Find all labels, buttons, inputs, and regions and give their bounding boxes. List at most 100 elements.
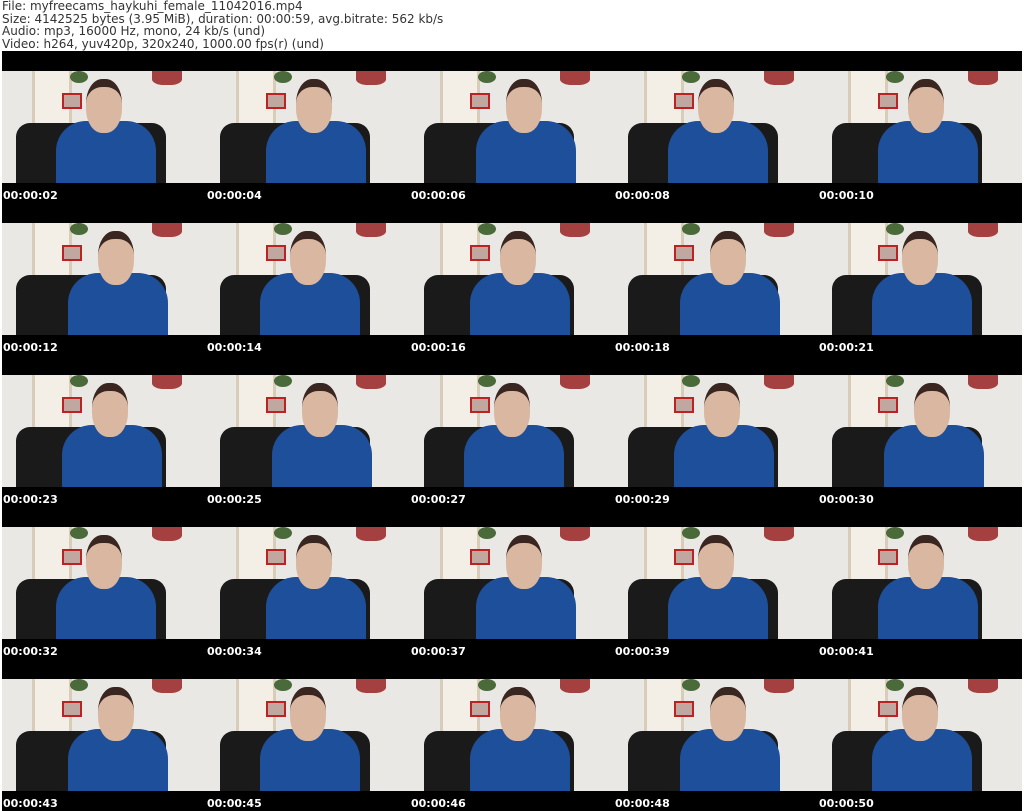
frame-content	[878, 701, 898, 717]
frame-timestamp: 00:00:08	[615, 189, 670, 202]
frame-content	[478, 527, 496, 539]
frame-timestamp: 00:00:39	[615, 645, 670, 658]
frame-content	[764, 679, 794, 693]
frame-content	[902, 231, 938, 285]
frame-timestamp: 00:00:32	[3, 645, 58, 658]
frame-content	[886, 375, 904, 387]
frame-timestamp: 00:00:12	[3, 341, 58, 354]
video-frame-thumbnail	[410, 679, 614, 791]
frame-content	[886, 71, 904, 83]
frame-timestamp: 00:00:45	[207, 797, 262, 810]
video-frame-thumbnail	[2, 679, 206, 791]
frame-timestamp: 00:00:50	[819, 797, 874, 810]
frame-content	[878, 245, 898, 261]
frame-content	[70, 223, 88, 235]
video-frame-thumbnail	[410, 71, 614, 183]
frame-content	[356, 71, 386, 85]
frame-timestamp: 00:00:18	[615, 341, 670, 354]
frame-content	[682, 375, 700, 387]
frame-content	[886, 527, 904, 539]
frame-content	[266, 701, 286, 717]
frame-content	[152, 527, 182, 541]
frame-content	[560, 679, 590, 693]
frame-content	[878, 93, 898, 109]
frame-content	[296, 535, 332, 589]
frame-content	[92, 383, 128, 437]
file-name: File: myfreecams_haykuhi_female_11042016…	[2, 0, 303, 13]
frame-content	[908, 79, 944, 133]
frame-content	[86, 535, 122, 589]
frame-content	[70, 679, 88, 691]
frame-content	[764, 375, 794, 389]
frame-timestamp: 00:00:48	[615, 797, 670, 810]
video-frame-thumbnail	[614, 527, 818, 639]
frame-content	[764, 527, 794, 541]
frame-content	[86, 79, 122, 133]
video-info: Video: h264, yuv420p, 320x240, 1000.00 f…	[2, 36, 324, 51]
frame-content	[152, 375, 182, 389]
frame-content	[698, 535, 734, 589]
frame-content	[886, 223, 904, 235]
frame-content	[500, 231, 536, 285]
video-frame-thumbnail	[206, 375, 410, 487]
frame-content	[704, 383, 740, 437]
frame-content	[274, 527, 292, 539]
frame-timestamp: 00:00:25	[207, 493, 262, 506]
frame-content	[968, 527, 998, 541]
frame-content	[710, 687, 746, 741]
thumbnail-row: 00:00:43 00:00:45 00:00:46 00:00:48 00:00:50	[2, 659, 1022, 811]
frame-timestamp: 00:00:04	[207, 189, 262, 202]
frame-content	[152, 71, 182, 85]
frame-content	[274, 223, 292, 235]
thumbnail-row: 00:00:23 00:00:25 00:00:27 00:00:29 00:00:30	[2, 355, 1022, 507]
audio-info: Audio: mp3, 16000 Hz, mono, 24 kb/s (und…	[2, 24, 266, 38]
frame-content	[560, 375, 590, 389]
video-frame-thumbnail	[818, 375, 1022, 487]
frame-content	[902, 687, 938, 741]
file-info-header: File: myfreecams_haykuhi_female_11042016…	[2, 0, 443, 50]
frame-content	[886, 679, 904, 691]
frame-content	[70, 375, 88, 387]
video-frame-thumbnail	[2, 527, 206, 639]
frame-content	[500, 687, 536, 741]
frame-content	[478, 679, 496, 691]
video-frame-thumbnail	[2, 375, 206, 487]
frame-content	[266, 397, 286, 413]
frame-content	[698, 79, 734, 133]
video-frame-thumbnail	[410, 223, 614, 335]
frame-content	[494, 383, 530, 437]
frame-content	[470, 397, 490, 413]
frame-content	[506, 79, 542, 133]
frame-timestamp: 00:00:02	[3, 189, 58, 202]
frame-content	[968, 679, 998, 693]
video-frame-thumbnail	[614, 223, 818, 335]
video-frame-thumbnail	[206, 223, 410, 335]
frame-content	[682, 71, 700, 83]
frame-content	[674, 93, 694, 109]
frame-timestamp: 00:00:21	[819, 341, 874, 354]
frame-timestamp: 00:00:27	[411, 493, 466, 506]
frame-content	[152, 679, 182, 693]
video-frame-thumbnail	[818, 527, 1022, 639]
video-frame-thumbnail	[818, 223, 1022, 335]
video-frame-thumbnail	[206, 679, 410, 791]
frame-content	[478, 375, 496, 387]
frame-content	[478, 71, 496, 83]
frame-content	[266, 549, 286, 565]
frame-content	[356, 375, 386, 389]
frame-content	[470, 701, 490, 717]
frame-content	[710, 231, 746, 285]
frame-content	[302, 383, 338, 437]
video-frame-thumbnail	[614, 375, 818, 487]
frame-timestamp: 00:00:23	[3, 493, 58, 506]
thumbnail-row: 00:00:32 00:00:34 00:00:37 00:00:39 00:00:41	[2, 507, 1022, 659]
frame-content	[296, 79, 332, 133]
thumbnail-row: 00:00:12 00:00:14 00:00:16 00:00:18 00:00:21	[2, 203, 1022, 355]
frame-content	[682, 679, 700, 691]
frame-content	[356, 223, 386, 237]
frame-content	[266, 93, 286, 109]
frame-content	[560, 223, 590, 237]
video-frame-thumbnail	[206, 71, 410, 183]
frame-timestamp: 00:00:16	[411, 341, 466, 354]
frame-content	[560, 71, 590, 85]
